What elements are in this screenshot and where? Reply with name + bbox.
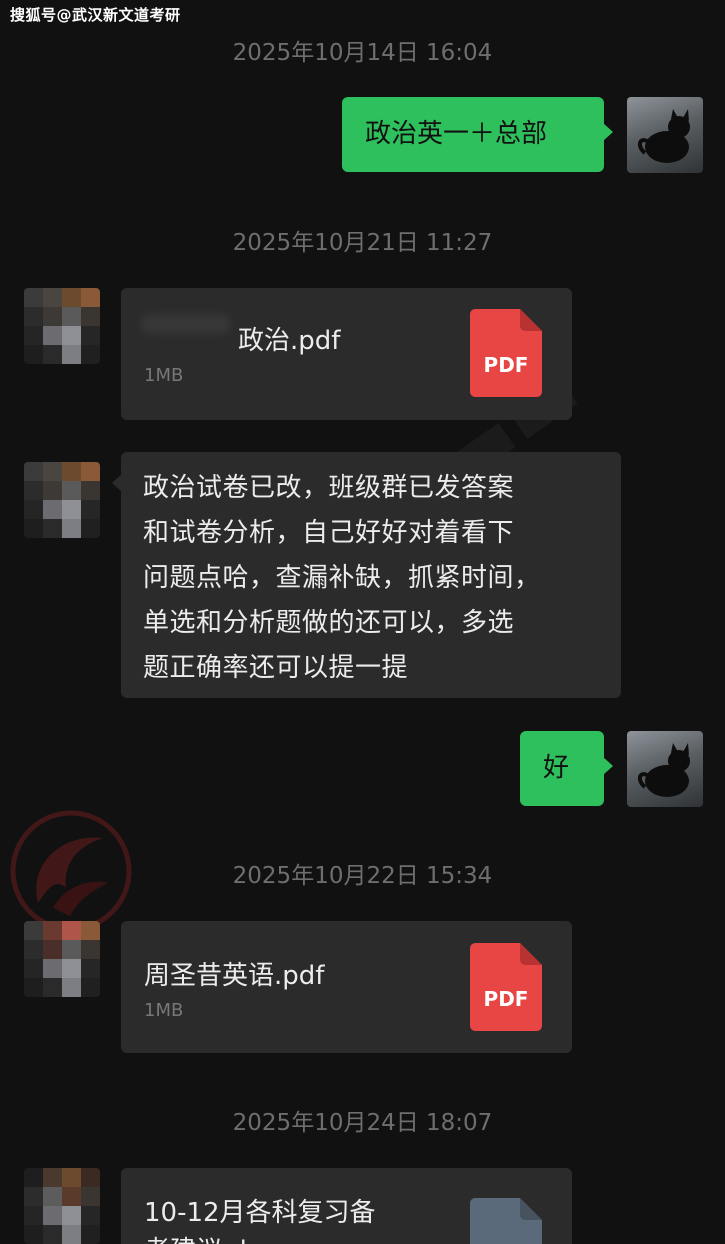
message-text: 政治试卷已改，班级群已发答案 和试卷分析，自己好好对着看下 问题点哈，查漏补缺，… [121, 452, 621, 705]
contact-avatar-pixelated[interactable] [24, 288, 100, 364]
doc-icon [470, 1198, 542, 1244]
file-message-card[interactable]: 10-12月各科复习备 考建议.doc [121, 1168, 572, 1244]
pdf-icon: PDF [470, 943, 542, 1031]
file-name: 政治.pdf [238, 326, 341, 356]
message-line: 题正确率还可以提一提 [143, 653, 409, 683]
timestamp: 2025年10月21日 11:27 [232, 230, 493, 256]
timestamp: 2025年10月22日 15:34 [232, 863, 493, 889]
message-text: 好 [543, 753, 570, 783]
file-message-card[interactable]: 周圣昔英语.pdf 1MB PDF [121, 921, 572, 1053]
message-line: 政治试卷已改，班级群已发答案 [143, 473, 515, 503]
black-cat-avatar-icon[interactable] [627, 731, 703, 807]
chat-screen: 搜狐号@武汉新文道考研 ▬▬▬ ▬▬▬ 2025年10月14日 16:04 政治… [0, 0, 725, 1244]
contact-avatar-pixelated[interactable] [24, 462, 100, 538]
sent-message-bubble[interactable]: 政治英一＋总部 [342, 97, 613, 172]
file-message-card[interactable]: 政治.pdf 1MB PDF [121, 288, 572, 420]
black-cat-avatar-icon[interactable] [627, 97, 703, 173]
blurred-filename-prefix [141, 314, 231, 334]
message-line: 单选和分析题做的还可以，多选 [143, 608, 515, 638]
message-line: 问题点哈，查漏补缺，抓紧时间， [143, 563, 541, 593]
received-message-bubble[interactable]: 政治试卷已改，班级群已发答案 和试卷分析，自己好好对着看下 问题点哈，查漏补缺，… [112, 452, 621, 698]
file-size: 1MB [144, 365, 184, 386]
pdf-icon-label: PDF [483, 987, 529, 1011]
file-size: 1MB [144, 1000, 184, 1021]
file-name-line: 10-12月各科复习备 [144, 1198, 376, 1228]
file-name-line: 考建议.doc [144, 1230, 277, 1244]
file-name: 周圣昔英语.pdf [144, 961, 325, 991]
pdf-icon-label: PDF [483, 353, 529, 377]
sent-message-bubble[interactable]: 好 [520, 731, 613, 806]
contact-avatar-pixelated[interactable] [24, 921, 100, 997]
pdf-icon: PDF [470, 309, 542, 397]
timestamp: 2025年10月14日 16:04 [232, 40, 493, 66]
source-watermark-label: 搜狐号@武汉新文道考研 [10, 6, 181, 24]
contact-avatar-pixelated[interactable] [24, 1168, 100, 1244]
message-line: 和试卷分析，自己好好对着看下 [143, 518, 515, 548]
timestamp: 2025年10月24日 18:07 [232, 1110, 493, 1136]
message-text: 政治英一＋总部 [365, 119, 548, 149]
